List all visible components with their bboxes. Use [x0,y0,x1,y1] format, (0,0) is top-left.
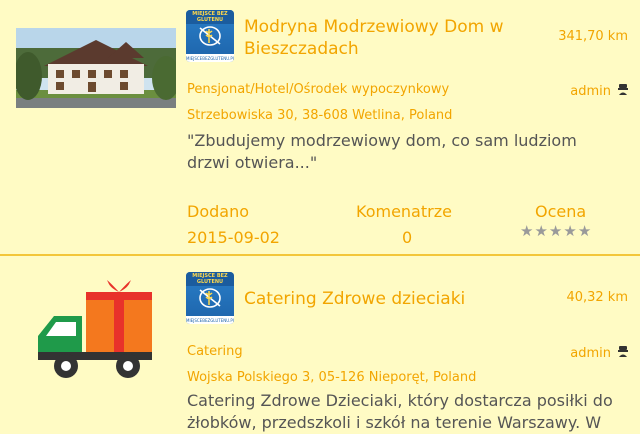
star-icon: ★ [548,222,563,240]
list-item[interactable]: MIEJSCE BEZ GLUTENU MIEJSCEBEZGLUTENU.PL… [0,256,640,432]
added-label: Dodano [187,202,249,221]
rating-label: Ocena [535,202,587,221]
app-logo-icon: MIEJSCE BEZ GLUTENU MIEJSCEBEZGLUTENU.PL [186,272,234,324]
added-value: 2015-09-02 [187,228,280,247]
star-icon: ★ [534,222,548,240]
place-title[interactable]: Modryna Modrzewiowy Dom w Bieszczadach [244,16,504,60]
description: "Zbudujemy modrzewiowy dom, co sam ludzi… [187,131,577,172]
app-logo-icon: MIEJSCE BEZ GLUTENU MIEJSCEBEZGLUTENU.PL [186,10,234,62]
rating-stars: ★ ★ ★ ★ ★ [520,224,591,239]
list-item[interactable]: MIEJSCE BEZ GLUTENU MIEJSCEBEZGLUTENU.PL… [0,0,640,255]
author: admin [570,82,630,100]
star-icon: ★ [563,222,577,240]
place-photo[interactable] [14,28,180,108]
star-icon: ★ [577,222,592,240]
distance: 341,70 km [558,29,628,44]
author: admin [570,344,630,362]
address: Wojska Polskiego 3, 05-126 Nieporęt, Pol… [187,370,477,385]
category: Catering [187,344,243,359]
comments-value: 0 [402,228,413,247]
category: Pensjonat/Hotel/Ośrodek wypoczynkowy [187,82,450,97]
distance: 40,32 km [566,290,628,305]
delivery-truck-icon[interactable] [36,278,160,384]
author-name: admin [570,83,611,99]
author-name: admin [570,345,611,361]
user-icon [616,82,630,100]
star-icon: ★ [520,222,534,240]
comments-label: Komenatrze [356,202,452,221]
place-title[interactable]: Catering Zdrowe dzieciaki [244,288,465,310]
address: Strzebowiska 30, 38-608 Wetlina, Poland [187,108,453,123]
description: Catering Zdrowe Dzieciaki, który dostarc… [187,391,613,432]
user-icon [616,344,630,362]
